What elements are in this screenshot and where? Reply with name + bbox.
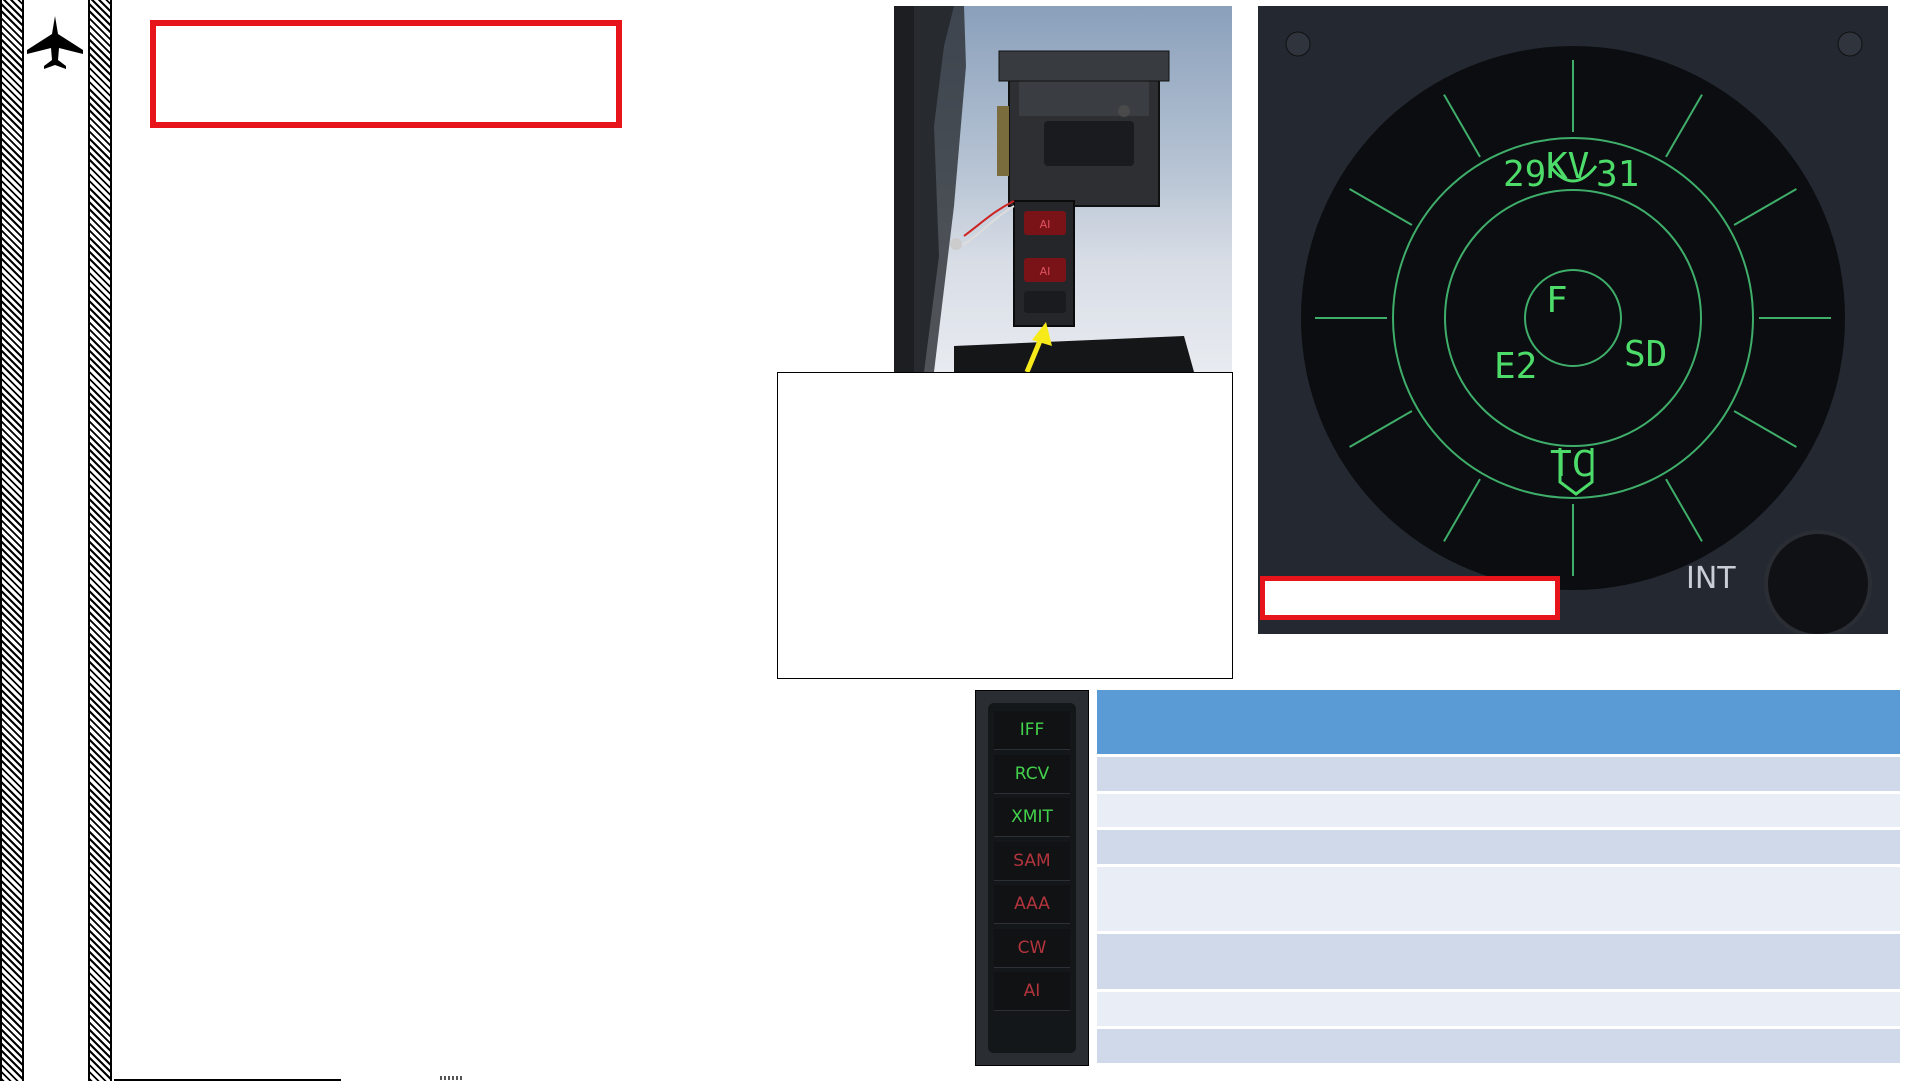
table-row	[1097, 827, 1900, 864]
cockpit-photo: AI AI	[894, 6, 1232, 372]
rwr-symbol-e2: E2	[1494, 346, 1537, 387]
lamp-xmit: XMIT	[994, 798, 1070, 837]
fighter-jet-icon	[27, 16, 83, 69]
lamp-column: IFF RCV XMIT SAM AAA CW AI	[988, 703, 1076, 1053]
rwr-symbol-f: F	[1546, 280, 1568, 321]
rwr-symbol-29: 29	[1503, 154, 1546, 195]
table-row	[1097, 754, 1900, 791]
lamp-description-table	[1097, 690, 1900, 1063]
int-knob[interactable]	[1764, 530, 1872, 634]
footer-mark	[440, 1076, 462, 1080]
title-box	[150, 20, 622, 128]
table-header	[1097, 690, 1900, 754]
threat-lamp-panel: IFF RCV XMIT SAM AAA CW AI	[975, 690, 1089, 1066]
left-hatch-bar-inner	[88, 0, 112, 1081]
table-row	[1097, 931, 1900, 989]
table-row	[1097, 791, 1900, 827]
int-label: INT	[1686, 561, 1736, 596]
rwr-symbol-sd: SD	[1624, 334, 1667, 375]
table-row	[1097, 864, 1900, 931]
lamp-ai: AI	[994, 972, 1070, 1011]
rwr-caption-box	[1260, 576, 1560, 620]
photo-lamp-label: AI	[1040, 265, 1051, 278]
lamp-iff: IFF	[994, 711, 1070, 750]
left-hatch-bar-outer	[0, 0, 24, 1081]
rwr-symbol-tc: TC	[1550, 444, 1593, 485]
rwr-display: 29 KV 31 F E2 SD TC INT	[1258, 6, 1888, 634]
lamp-aaa: AAA	[994, 885, 1070, 924]
rwr-symbol-31: 31	[1596, 154, 1639, 195]
table-row	[1097, 1026, 1900, 1063]
description-box	[777, 372, 1233, 679]
table-row	[1097, 989, 1900, 1026]
lamp-cw: CW	[994, 928, 1070, 968]
photo-lamp-label: AI	[1040, 218, 1051, 231]
lamp-sam: SAM	[994, 841, 1070, 881]
lamp-rcv: RCV	[994, 754, 1070, 794]
